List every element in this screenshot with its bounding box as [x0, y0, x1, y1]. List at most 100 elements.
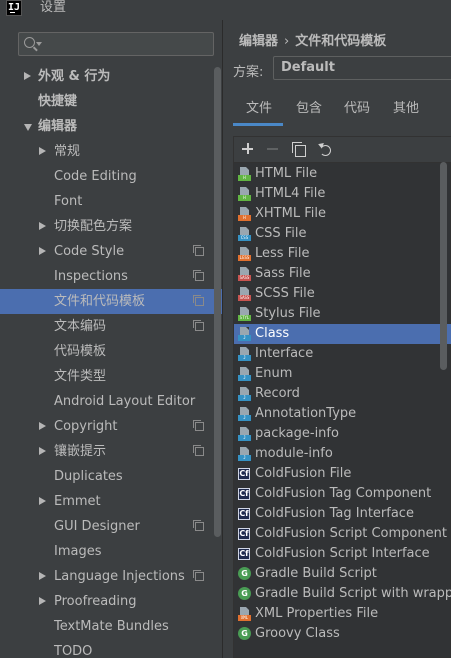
settings-tree-item[interactable]: GUI Designer: [0, 514, 222, 539]
settings-tree-item[interactable]: 切换配色方案: [0, 214, 222, 239]
settings-tree-item-label: 文本编码: [54, 319, 107, 334]
chevron-right-icon[interactable]: [39, 247, 46, 255]
settings-tree-item[interactable]: 镶嵌提示: [0, 439, 222, 464]
settings-tree-item[interactable]: Copyright: [0, 414, 222, 439]
scheme-dropdown[interactable]: Default: [273, 56, 451, 80]
settings-tree-item[interactable]: 编辑器: [0, 114, 222, 139]
settings-tree-item-label: Duplicates: [54, 469, 123, 484]
template-toolbar: [234, 137, 451, 163]
template-list-item[interactable]: Cf ColdFusion Tag Component: [234, 484, 451, 504]
template-list-item[interactable]: J Interface: [234, 344, 451, 364]
template-name: SCSS File: [255, 286, 315, 301]
settings-tree-item[interactable]: Font: [0, 189, 222, 214]
breadcrumb-separator: ›: [284, 34, 290, 49]
template-list-item[interactable]: G Gradle Build Script: [234, 564, 451, 584]
settings-tree-item[interactable]: 文本编码: [0, 314, 222, 339]
coldfusion-file-icon: Cf: [238, 528, 250, 540]
settings-tree-item[interactable]: Android Layout Editor: [0, 389, 222, 414]
copy-icon[interactable]: [290, 140, 308, 158]
java-file-icon: J: [238, 407, 251, 421]
template-list-item[interactable]: SASS Sass File: [234, 264, 451, 284]
chevron-right-icon[interactable]: [39, 497, 46, 505]
template-list-item[interactable]: XML XML Properties File: [234, 604, 451, 624]
project-scope-icon: [193, 520, 204, 531]
add-icon[interactable]: [239, 140, 257, 158]
tab-other[interactable]: 其他: [393, 98, 419, 126]
template-name: ColdFusion Tag Interface: [255, 506, 414, 521]
template-list-item[interactable]: J AnnotationType: [234, 404, 451, 424]
settings-sidebar: 外观 & 行为快捷键编辑器 常规 Code Editing Font 切换配色方案 Cod…: [0, 20, 222, 658]
template-list-item[interactable]: STYL Stylus File: [234, 304, 451, 324]
settings-tree-item-label: Copyright: [54, 419, 118, 434]
settings-tree-item[interactable]: 外观 & 行为: [0, 64, 222, 89]
chevron-right-icon[interactable]: [39, 222, 46, 230]
template-list-item[interactable]: H HTML File: [234, 164, 451, 184]
tab-files[interactable]: 文件: [233, 98, 283, 126]
settings-tree-item[interactable]: Proofreading: [0, 589, 222, 614]
settings-tree-item-label: 快捷键: [38, 94, 78, 109]
tab-code[interactable]: 代码: [344, 98, 370, 126]
template-list-item[interactable]: G Groovy Class: [234, 624, 451, 644]
template-list-item[interactable]: Cf ColdFusion Script Interface: [234, 544, 451, 564]
settings-content: 编辑器 › 文件和代码模板 方案: Default 文件 包含 代码 其他 H HTM…: [223, 20, 451, 658]
chevron-right-icon[interactable]: [39, 572, 46, 580]
template-tabs: 文件 包含 代码 其他: [223, 98, 451, 126]
project-scope-icon: [193, 245, 204, 256]
search-icon[interactable]: [24, 37, 35, 48]
settings-tree-item[interactable]: Duplicates: [0, 464, 222, 489]
chevron-right-icon[interactable]: [39, 422, 46, 430]
settings-tree-item[interactable]: 快捷键: [0, 89, 222, 114]
settings-tree-item[interactable]: 文件和代码模板: [0, 289, 222, 314]
template-name: Enum: [255, 366, 293, 381]
template-list-item[interactable]: J Enum: [234, 364, 451, 384]
settings-tree-item[interactable]: 常规: [0, 139, 222, 164]
template-list-item[interactable]: J Record: [234, 384, 451, 404]
settings-tree-item[interactable]: Code Editing: [0, 164, 222, 189]
tab-includes[interactable]: 包含: [296, 98, 322, 126]
chevron-right-icon[interactable]: [24, 72, 31, 80]
chevron-right-icon[interactable]: [39, 597, 46, 605]
template-list-item[interactable]: LESS Less File: [234, 244, 451, 264]
less-file-icon: LESS: [238, 247, 251, 261]
template-list-item[interactable]: Cf ColdFusion File: [234, 464, 451, 484]
settings-tree-item-label: Emmet: [54, 494, 101, 509]
settings-tree-item-label: 代码模板: [54, 344, 107, 359]
sidebar-scrollbar[interactable]: [214, 67, 221, 537]
settings-tree-item-label: Inspections: [54, 269, 128, 284]
template-name: AnnotationType: [255, 406, 357, 421]
search-history-dropdown-icon[interactable]: [36, 42, 42, 46]
settings-tree-item[interactable]: TODO: [0, 639, 222, 658]
settings-tree-item-label: Font: [54, 194, 83, 209]
project-scope-icon: [193, 570, 204, 581]
template-list-item[interactable]: H XHTML File: [234, 204, 451, 224]
settings-tree-item[interactable]: Language Injections: [0, 564, 222, 589]
settings-tree: 外观 & 行为快捷键编辑器 常规 Code Editing Font 切换配色方案 Cod…: [0, 64, 222, 658]
chevron-right-icon[interactable]: [39, 447, 46, 455]
settings-search-input[interactable]: [18, 32, 214, 56]
coldfusion-file-icon: Cf: [238, 548, 250, 560]
template-list-item[interactable]: J Class: [234, 324, 451, 344]
remove-icon[interactable]: [264, 140, 282, 158]
chevron-down-icon[interactable]: [24, 124, 32, 131]
settings-tree-item[interactable]: 代码模板: [0, 339, 222, 364]
template-list-item[interactable]: SASS SCSS File: [234, 284, 451, 304]
template-list-item[interactable]: Cf ColdFusion Script Component: [234, 524, 451, 544]
template-list-item[interactable]: H HTML4 File: [234, 184, 451, 204]
template-list-item[interactable]: Cf ColdFusion Tag Interface: [234, 504, 451, 524]
settings-tree-item[interactable]: Emmet: [0, 489, 222, 514]
chevron-right-icon[interactable]: [39, 147, 46, 155]
settings-tree-item[interactable]: 文件类型: [0, 364, 222, 389]
settings-tree-item[interactable]: Inspections: [0, 264, 222, 289]
project-scope-icon: [193, 320, 204, 331]
breadcrumb-parent: 编辑器: [239, 34, 279, 49]
template-list-scrollbar[interactable]: [440, 162, 447, 370]
template-name: XML Properties File: [255, 606, 379, 621]
template-list-item[interactable]: Jmodule-info: [234, 444, 451, 464]
settings-tree-item[interactable]: Images: [0, 539, 222, 564]
template-list-item[interactable]: CSS CSS File: [234, 224, 451, 244]
settings-tree-item[interactable]: Code Style: [0, 239, 222, 264]
template-list-item[interactable]: G Gradle Build Script with wrapper: [234, 584, 451, 604]
reset-icon[interactable]: [316, 140, 334, 158]
template-list-item[interactable]: Jpackage-info: [234, 424, 451, 444]
settings-tree-item[interactable]: TextMate Bundles: [0, 614, 222, 639]
